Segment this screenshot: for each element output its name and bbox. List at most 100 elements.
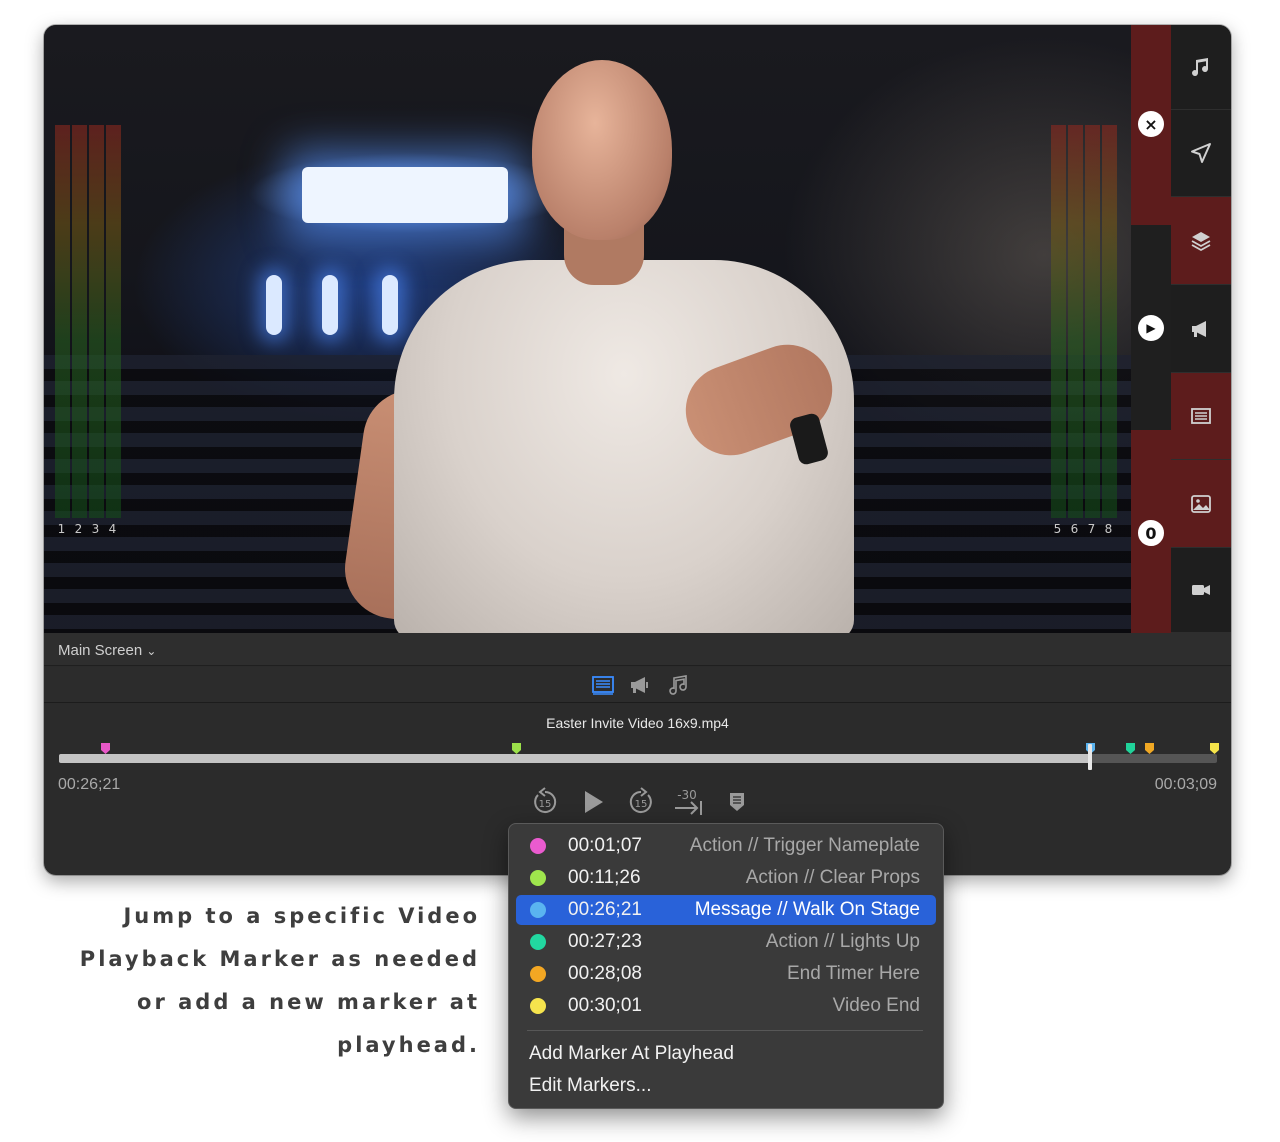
caption-line: or add a new marker at bbox=[137, 990, 480, 1014]
timeline-progress bbox=[59, 754, 1090, 763]
sidebar-messages-button[interactable] bbox=[1171, 110, 1231, 197]
clear-layer-button[interactable]: × bbox=[1138, 111, 1164, 137]
markers-menu-button[interactable] bbox=[720, 785, 754, 819]
stage-light-pillar bbox=[322, 275, 338, 335]
marker-menu-item[interactable]: 00:26;21 Message // Walk On Stage bbox=[516, 895, 936, 925]
image-icon bbox=[1191, 494, 1211, 513]
video-timeline[interactable] bbox=[59, 754, 1217, 763]
tab-audio[interactable] bbox=[665, 671, 693, 699]
slides-icon bbox=[592, 676, 614, 695]
marker-time: 00:26;21 bbox=[568, 899, 642, 920]
marker-color-dot bbox=[530, 902, 546, 918]
timeline-marker[interactable] bbox=[512, 743, 522, 754]
playhead[interactable] bbox=[1087, 744, 1092, 770]
sidebar-audio-button[interactable] bbox=[1171, 25, 1231, 110]
music-note-icon bbox=[669, 675, 687, 695]
megaphone-icon bbox=[631, 677, 648, 693]
marker-label: End Timer Here bbox=[786, 963, 920, 984]
marker-label: Video End bbox=[832, 995, 920, 1016]
jump-to-end-button[interactable]: -30 bbox=[672, 785, 706, 819]
sidebar-video-input-button[interactable] bbox=[1171, 548, 1231, 633]
video-filename: Easter Invite Video 16x9.mp4 bbox=[546, 715, 729, 731]
audio-meter-left bbox=[55, 125, 121, 518]
marker-icon bbox=[730, 793, 744, 811]
add-marker-at-playhead[interactable]: Add Marker At Playhead bbox=[529, 1043, 734, 1065]
music-note-icon bbox=[1192, 58, 1209, 77]
meter-label: 2 bbox=[74, 522, 83, 536]
timeline-marker[interactable] bbox=[101, 743, 111, 754]
marker-menu-item[interactable]: 00:11;26 Action // Clear Props bbox=[516, 863, 936, 893]
caption-line: Jump to a specific Video bbox=[123, 904, 480, 928]
remaining-time: 00:03;09 bbox=[1154, 776, 1217, 793]
audio-meter-left-labels: 1 2 3 4 bbox=[53, 522, 121, 536]
marker-menu-item[interactable]: 00:27;23 Action // Lights Up bbox=[516, 927, 936, 957]
megaphone-icon bbox=[1192, 320, 1206, 337]
meter-label: 3 bbox=[91, 522, 100, 536]
edit-markers[interactable]: Edit Markers... bbox=[529, 1075, 651, 1097]
video-camera-icon bbox=[1192, 585, 1210, 595]
skip-forward-amount: 15 bbox=[635, 799, 648, 810]
video-preview: 1 2 3 4 5 6 7 8 bbox=[44, 25, 1131, 633]
sidebar-media-button[interactable] bbox=[1171, 460, 1231, 548]
timeline-marker[interactable] bbox=[1126, 743, 1136, 754]
marker-menu-item[interactable]: 00:30;01 Video End bbox=[516, 991, 936, 1021]
right-sidebar bbox=[1171, 25, 1231, 633]
markers-menu: 00:01;07 Action // Trigger Nameplate 00:11… bbox=[508, 823, 944, 1109]
slides-icon bbox=[1191, 408, 1211, 424]
marker-color-dot bbox=[530, 966, 546, 982]
jump-amount: -30 bbox=[677, 788, 697, 802]
meter-label: 7 bbox=[1087, 522, 1096, 536]
skip-back-button[interactable]: 15 bbox=[528, 785, 562, 819]
marker-label: Message // Walk On Stage bbox=[694, 899, 920, 920]
skip-forward-button[interactable]: 15 bbox=[624, 785, 658, 819]
sidebar-announcements-button[interactable] bbox=[1171, 285, 1231, 373]
marker-color-dot bbox=[530, 838, 546, 854]
marker-time: 00:27;23 bbox=[568, 931, 642, 952]
timeline-marker[interactable] bbox=[1209, 743, 1219, 754]
caption: Jump to a specific Video Playback Marker… bbox=[60, 895, 480, 1067]
layer-count-badge[interactable]: 0 bbox=[1138, 520, 1164, 546]
bin-tabs bbox=[44, 667, 1231, 703]
meter-label: 8 bbox=[1104, 522, 1113, 536]
play-button[interactable] bbox=[576, 785, 610, 819]
marker-time: 00:30;01 bbox=[568, 995, 642, 1016]
marker-color-dot bbox=[530, 934, 546, 950]
meter-label: 6 bbox=[1070, 522, 1079, 536]
app-window: 1 2 3 4 5 6 7 8 × ▶ 0 Main Screen ⌄ East… bbox=[44, 25, 1231, 875]
marker-time: 00:28;08 bbox=[568, 963, 642, 984]
jump-to-end-icon: -30 bbox=[675, 788, 702, 815]
marker-menu-item[interactable]: 00:28;08 End Timer Here bbox=[516, 959, 936, 989]
elapsed-time: 00:26;21 bbox=[58, 776, 121, 793]
layers-icon bbox=[1191, 231, 1211, 251]
marker-label: Action // Clear Props bbox=[745, 867, 920, 888]
screen-selector-label: Main Screen bbox=[58, 642, 143, 659]
marker-time: 00:01;07 bbox=[568, 835, 642, 856]
meter-label: 5 bbox=[1053, 522, 1062, 536]
skip-back-15-icon: 15 bbox=[534, 787, 557, 813]
marker-label: Action // Trigger Nameplate bbox=[689, 835, 920, 856]
menu-separator bbox=[527, 1030, 923, 1031]
audio-meter-right-labels: 5 6 7 8 bbox=[1049, 522, 1117, 536]
tab-slides[interactable] bbox=[589, 671, 617, 699]
marker-label: Action // Lights Up bbox=[765, 931, 920, 952]
audio-meter-right bbox=[1051, 125, 1117, 518]
send-arrow-icon bbox=[1191, 143, 1211, 163]
stage-light-pillar bbox=[266, 275, 282, 335]
marker-menu-item[interactable]: 00:01;07 Action // Trigger Nameplate bbox=[516, 831, 936, 861]
presenter bbox=[338, 60, 894, 633]
transport-controls: 15 15 -30 bbox=[528, 785, 754, 819]
meter-label: 4 bbox=[108, 522, 117, 536]
sidebar-layers-button[interactable] bbox=[1171, 197, 1231, 285]
skip-back-amount: 15 bbox=[539, 799, 552, 810]
marker-time: 00:11;26 bbox=[568, 867, 641, 888]
marker-color-dot bbox=[530, 998, 546, 1014]
meter-label: 1 bbox=[57, 522, 66, 536]
play-layer-button[interactable]: ▶ bbox=[1138, 315, 1164, 341]
sidebar-slides-button[interactable] bbox=[1171, 373, 1231, 460]
tab-announcements[interactable] bbox=[627, 671, 655, 699]
layer-status-column: × ▶ 0 bbox=[1131, 25, 1171, 633]
screen-selector[interactable]: Main Screen ⌄ bbox=[58, 642, 156, 659]
skip-forward-15-icon: 15 bbox=[629, 787, 652, 813]
timeline-marker[interactable] bbox=[1144, 743, 1154, 754]
play-icon bbox=[585, 791, 603, 813]
